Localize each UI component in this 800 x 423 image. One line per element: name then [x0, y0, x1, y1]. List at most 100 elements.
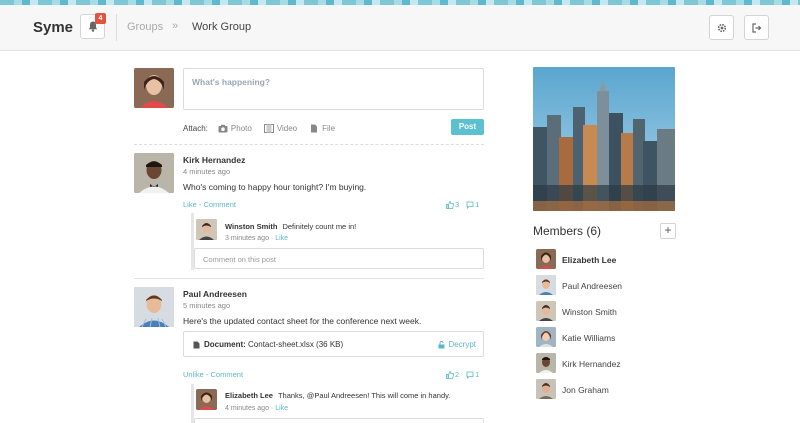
speech-bubble-icon [466, 201, 474, 209]
member-avatar[interactable] [536, 353, 556, 373]
likes-count-button[interactable]: 2 [446, 370, 459, 379]
comment-link[interactable]: Comment [203, 200, 236, 209]
comment-text: Definitely count me in! [282, 222, 357, 231]
comment-input[interactable]: Comment on this post [194, 248, 484, 269]
post-stats: 2 1 [446, 370, 479, 379]
attachment-info: Document: Contact-sheet.xlsx (36 KB) [204, 340, 343, 349]
post-author-avatar[interactable] [134, 153, 174, 193]
file-icon [311, 124, 318, 132]
likes-count: 2 [455, 370, 460, 379]
attach-photo-button[interactable]: Photo [218, 124, 252, 133]
attach-file-label: File [322, 123, 336, 133]
notification-badge: 4 [95, 13, 106, 24]
composer-divider [134, 144, 484, 145]
post-actions: Like - Comment [183, 200, 236, 209]
document-icon [193, 341, 200, 349]
decrypt-button[interactable]: Decrypt [438, 340, 476, 349]
comment-like-link[interactable]: Like [275, 235, 288, 242]
attachment-label: Document: [204, 340, 246, 349]
compose-input[interactable]: What's happening? [183, 68, 484, 110]
app-logo[interactable]: Syme [33, 19, 73, 36]
speech-bubble-icon [466, 371, 474, 379]
comment-time: 3 minutes ago [225, 235, 269, 242]
thumbs-up-icon [446, 200, 454, 209]
unlock-icon [438, 340, 445, 348]
comment-line: Winston Smith Definitely count me in! [225, 221, 356, 231]
comment-mention[interactable]: @Paul Andreesen [307, 391, 368, 400]
comments-count: 1 [475, 200, 480, 209]
member-name[interactable]: Jon Graham [562, 385, 609, 395]
actions-separator: - [203, 370, 211, 379]
comment-author-avatar[interactable] [196, 219, 217, 240]
comment-input[interactable] [194, 418, 484, 423]
group-cover-photo [533, 67, 675, 211]
gear-icon [717, 23, 727, 33]
member-name[interactable]: Winston Smith [562, 307, 617, 317]
thumbs-up-icon [446, 370, 454, 379]
comment-like-link[interactable]: Like [275, 405, 288, 412]
like-link[interactable]: Like [183, 200, 197, 209]
post-text: Who's coming to happy hour tonight? I'm … [183, 182, 367, 192]
post-time: 4 minutes ago [183, 167, 231, 176]
member-name[interactable]: Katie Williams [562, 333, 615, 343]
comment-text-before: Thanks, [277, 391, 307, 400]
member-name[interactable]: Paul Andreesen [562, 281, 622, 291]
attachment-filename: Contact-sheet.xlsx (36 KB) [248, 340, 344, 349]
comment-line: Elizabeth Lee Thanks, @Paul Andreesen! T… [225, 390, 450, 400]
camera-icon [218, 124, 228, 132]
post-text: Here's the updated contact sheet for the… [183, 316, 422, 326]
header-divider [116, 14, 117, 41]
member-name[interactable]: Kirk Hernandez [562, 359, 621, 369]
post-actions: Unlike - Comment [183, 370, 243, 379]
post-button[interactable]: Post [451, 119, 484, 135]
member-avatar[interactable] [536, 379, 556, 399]
post-author-avatar[interactable] [134, 287, 174, 327]
comment-author-name[interactable]: Elizabeth Lee [225, 391, 273, 400]
attach-file-button[interactable]: File [309, 124, 335, 133]
settings-button[interactable] [709, 15, 734, 40]
comment-time: 4 minutes ago [225, 405, 269, 412]
logout-button[interactable] [744, 15, 769, 40]
comments-count: 1 [475, 370, 480, 379]
post-divider [134, 278, 484, 279]
decrypt-label: Decrypt [448, 340, 476, 349]
comment-meta: 4 minutes ago · Like [225, 405, 289, 412]
comment-author-avatar[interactable] [196, 389, 217, 410]
comment-author-name[interactable]: Winston Smith [225, 222, 277, 231]
comments-count-button[interactable]: 1 [466, 370, 479, 379]
unlike-link[interactable]: Unlike [183, 370, 204, 379]
post-attachment[interactable]: Document: Contact-sheet.xlsx (36 KB) Dec… [183, 331, 484, 357]
comments-count-button[interactable]: 1 [466, 200, 479, 209]
member-avatar[interactable] [536, 249, 556, 269]
comment-input-placeholder: Comment on this post [203, 255, 276, 264]
attach-row: Attach: Photo Video File [183, 122, 343, 134]
film-icon [263, 123, 274, 133]
member-avatar[interactable] [536, 301, 556, 321]
breadcrumb-separator: » [172, 20, 179, 32]
member-avatar[interactable] [536, 275, 556, 295]
comment-meta: 3 minutes ago · Like [225, 235, 289, 242]
add-member-button[interactable]: + [660, 223, 676, 239]
breadcrumb-current: Work Group [192, 21, 252, 33]
attach-video-label: Video [276, 123, 298, 133]
attach-video-button[interactable]: Video [263, 123, 298, 133]
member-avatar[interactable] [536, 327, 556, 347]
comment-thread-bar [191, 384, 194, 423]
app-header: Syme 4 Groups » Work Group [0, 5, 800, 51]
post-author-name[interactable]: Paul Andreesen [183, 289, 247, 299]
comment-link[interactable]: Comment [211, 370, 244, 379]
compose-placeholder: What's happening? [192, 77, 271, 87]
likes-count-button[interactable]: 3 [446, 200, 459, 209]
members-title: Members (6) [533, 224, 602, 238]
notifications-button[interactable]: 4 [80, 13, 106, 39]
post-time: 5 minutes ago [183, 301, 231, 310]
attach-photo-label: Photo [230, 123, 252, 133]
post-stats: 3 1 [446, 200, 479, 209]
comment-text-after: ! This will come in handy. [367, 391, 451, 400]
current-user-avatar[interactable] [134, 68, 174, 108]
post-author-name[interactable]: Kirk Hernandez [183, 155, 245, 165]
breadcrumb-groups-link[interactable]: Groups [127, 21, 163, 33]
likes-count: 3 [455, 200, 460, 209]
member-name[interactable]: Elizabeth Lee [562, 255, 616, 265]
sign-out-icon [752, 23, 762, 33]
